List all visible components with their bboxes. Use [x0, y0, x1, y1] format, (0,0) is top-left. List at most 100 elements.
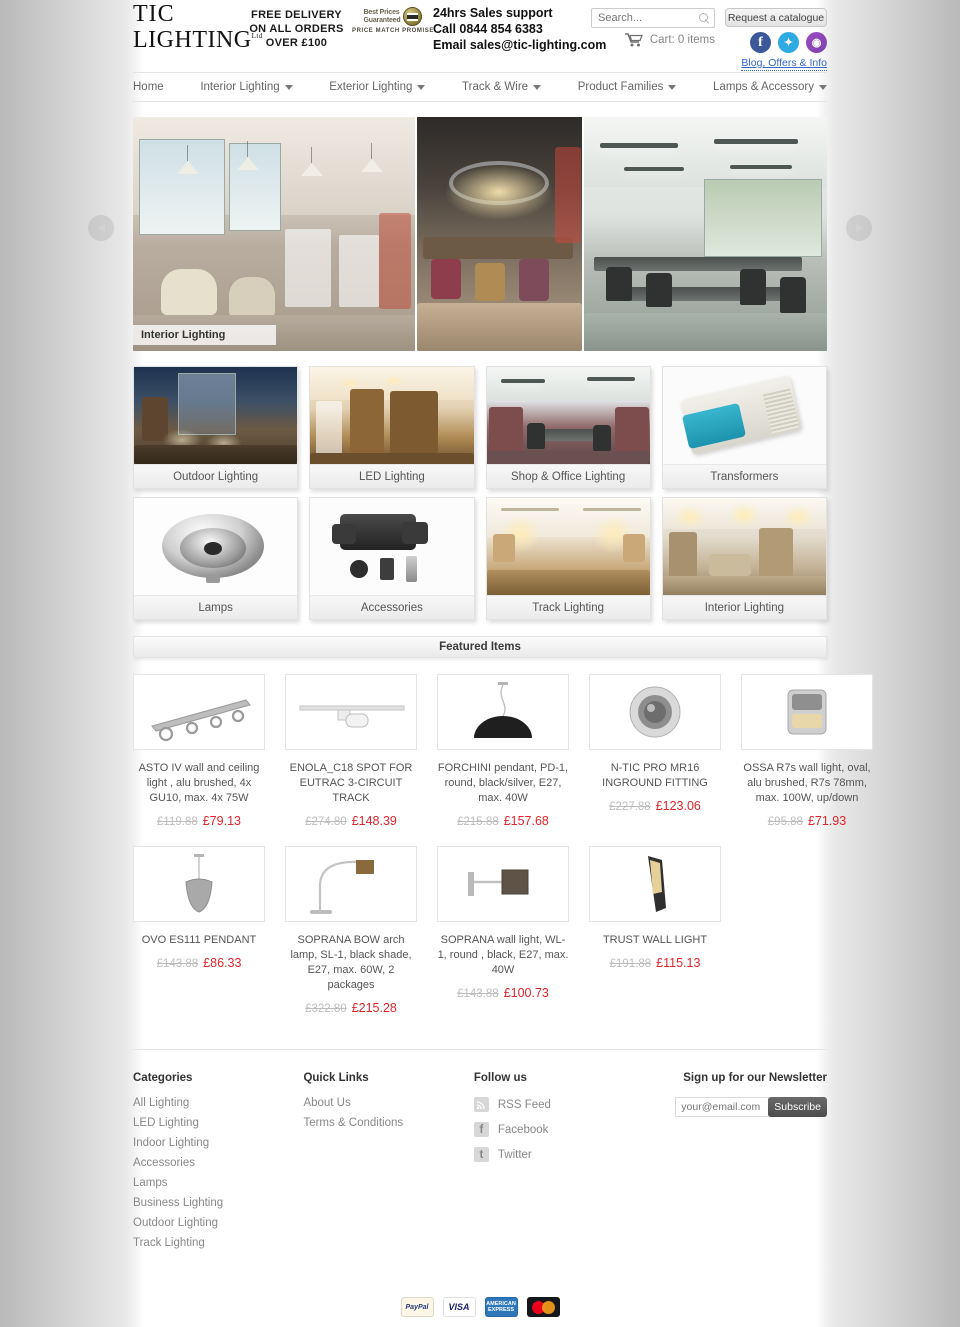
newsletter-subscribe-button[interactable]: Subscribe: [768, 1097, 827, 1117]
footer-social-facebook[interactable]: f Facebook: [473, 1122, 675, 1137]
visa-icon: VISA: [442, 1297, 476, 1317]
carousel-prev-button[interactable]: [88, 215, 114, 241]
category-tile-outdoor-lighting[interactable]: Outdoor Lighting: [133, 366, 299, 489]
nav-item-product-families[interactable]: Product Families: [578, 81, 677, 93]
product-image[interactable]: [437, 846, 569, 922]
facebook-icon[interactable]: f: [750, 32, 771, 53]
footer-social-rss[interactable]: RSS Feed: [473, 1097, 675, 1112]
delivery-line-3: OVER £100: [265, 37, 328, 49]
product-card[interactable]: SOPRANA wall light, WL-1, round , black,…: [437, 846, 569, 1015]
product-card[interactable]: FORCHINI pendant, PD-1, round, black/sil…: [437, 674, 569, 828]
footer-heading-follow-us: Follow us: [473, 1072, 527, 1084]
footer-social-twitter[interactable]: t Twitter: [473, 1147, 675, 1162]
hero-slide-bar[interactable]: [417, 117, 582, 351]
site-logo[interactable]: TIC LIGHTINGLtd: [133, 2, 262, 54]
cart-label: Cart: 0 items: [649, 33, 715, 46]
category-label: Track Lighting: [486, 595, 650, 619]
blog-offers-link[interactable]: Blog, Offers & Info: [741, 57, 827, 71]
nav-item-exterior-lighting[interactable]: Exterior Lighting: [329, 81, 426, 93]
footer-link-terms-conditions[interactable]: Terms & Conditions: [303, 1117, 473, 1129]
twitter-icon[interactable]: ✦: [778, 32, 799, 53]
category-tile-track-lighting[interactable]: Track Lighting: [485, 497, 651, 620]
contact-phone: Call 0844 854 6383: [433, 22, 543, 36]
footer-link-track-lighting[interactable]: Track Lighting: [133, 1237, 303, 1249]
footer-link-lamps[interactable]: Lamps: [133, 1177, 303, 1189]
category-tile-interior-lighting[interactable]: Interior Lighting: [661, 497, 827, 620]
footer-link-outdoor-lighting[interactable]: Outdoor Lighting: [133, 1217, 303, 1229]
nav-item-interior-lighting[interactable]: Interior Lighting: [200, 81, 293, 93]
logo-line2: LIGHTING: [133, 27, 252, 53]
category-tile-led-lighting[interactable]: LED Lighting: [309, 366, 475, 489]
cart-icon[interactable]: [624, 32, 644, 47]
product-title: SOPRANA wall light, WL-1, round , black,…: [437, 934, 569, 976]
category-tile-lamps[interactable]: Lamps: [133, 497, 299, 620]
footer-link-all-lighting[interactable]: All Lighting: [133, 1097, 303, 1109]
nav-item-lamps-and-accessory[interactable]: Lamps & Accessory: [713, 81, 828, 93]
footer-social-label: Facebook: [497, 1123, 549, 1136]
footer-column-follow-us: Follow us RSS Feed f Facebook t Twitter: [473, 1072, 675, 1257]
product-card[interactable]: TRUST WALL LIGHT £191.88 £115.13: [589, 846, 721, 1015]
product-card[interactable]: N-TIC PRO MR16 INGROUND FITTING £227.88 £…: [589, 674, 721, 828]
product-image[interactable]: [589, 674, 721, 750]
footer-link-led-lighting[interactable]: LED Lighting: [133, 1117, 303, 1129]
category-tile-accessories[interactable]: Accessories: [309, 497, 475, 620]
product-price-was: £191.88: [609, 958, 652, 970]
newsletter-email-input[interactable]: [675, 1097, 770, 1117]
product-image[interactable]: [133, 674, 265, 750]
category-tile-shop-office-lighting[interactable]: Shop & Office Lighting: [485, 366, 651, 489]
featured-products-grid: ASTO IV wall and ceiling light , alu bru…: [133, 674, 873, 1015]
nav-item-home[interactable]: Home: [133, 81, 164, 93]
search-input[interactable]: [592, 12, 692, 24]
product-prices: £143.88 £86.33: [133, 956, 265, 970]
product-title: OSSA R7s wall light, oval, alu brushed, …: [743, 762, 871, 804]
footer-heading-quick-links: Quick Links: [303, 1072, 369, 1084]
search-icon[interactable]: [699, 12, 710, 24]
product-card[interactable]: OVO ES111 PENDANT £143.88 £86.33: [133, 846, 265, 1015]
hero-slide-office[interactable]: [584, 117, 827, 351]
footer-link-about-us[interactable]: About Us: [303, 1097, 473, 1109]
product-price-now: £71.93: [807, 814, 847, 828]
instagram-icon[interactable]: ◉: [806, 32, 827, 53]
cart-widget[interactable]: Cart: 0 items: [624, 32, 715, 47]
category-tile-transformers[interactable]: Transformers: [661, 366, 827, 489]
product-image[interactable]: [285, 674, 417, 750]
footer-column-newsletter: Sign up for our Newsletter Subscribe: [675, 1072, 827, 1257]
request-catalogue-button[interactable]: Request a catalogue: [725, 8, 827, 27]
product-price-was: £95.88: [767, 816, 803, 828]
carousel-next-button[interactable]: [846, 215, 872, 241]
product-prices: £191.88 £115.13: [589, 956, 721, 970]
product-image[interactable]: [133, 846, 265, 922]
footer-social-label: RSS Feed: [497, 1098, 551, 1111]
product-card[interactable]: ENOLA_C18 SPOT FOR EUTRAC 3-CIRCUIT TRAC…: [285, 674, 417, 828]
nav-label: Lamps & Accessory: [713, 81, 815, 93]
payment-methods: PayPal VISA AMERICAN EXPRESS: [133, 1297, 827, 1317]
footer-divider: [133, 1049, 827, 1050]
badge-line-2: Guaranteed: [363, 16, 401, 24]
product-card[interactable]: OSSA R7s wall light, oval, alu brushed, …: [741, 674, 873, 828]
contact-block: 24hrs Sales support Call 0844 854 6383 E…: [433, 5, 606, 53]
nav-label: Exterior Lighting: [329, 81, 413, 93]
nav-item-track-and-wire[interactable]: Track & Wire: [462, 81, 542, 93]
product-image[interactable]: [741, 674, 873, 750]
product-title: TRUST WALL LIGHT: [602, 934, 708, 946]
product-prices: £227.88 £123.06: [589, 799, 721, 813]
category-label: Outdoor Lighting: [134, 464, 298, 488]
product-image[interactable]: [589, 846, 721, 922]
footer-link-business-lighting[interactable]: Business Lighting: [133, 1197, 303, 1209]
hero-slide-retail-store[interactable]: Interior Lighting: [133, 117, 415, 351]
twitter-icon: t: [473, 1147, 489, 1162]
footer-link-accessories[interactable]: Accessories: [133, 1157, 303, 1169]
product-image[interactable]: [285, 846, 417, 922]
chevron-down-icon: [417, 84, 426, 90]
product-image[interactable]: [437, 674, 569, 750]
product-title: SOPRANA BOW arch lamp, SL-1, black shade…: [290, 934, 412, 991]
featured-items-title: Featured Items: [439, 641, 521, 653]
product-card[interactable]: ASTO IV wall and ceiling light , alu bru…: [133, 674, 265, 828]
featured-items-header: Featured Items: [133, 636, 827, 658]
nav-label: Home: [133, 81, 164, 93]
category-grid: Outdoor Lighting LED Lighting Shop & Off…: [133, 366, 827, 620]
product-prices: £274.80 £148.39: [285, 814, 417, 828]
product-card[interactable]: SOPRANA BOW arch lamp, SL-1, black shade…: [285, 846, 417, 1015]
footer-link-indoor-lighting[interactable]: Indoor Lighting: [133, 1137, 303, 1149]
search-box[interactable]: [591, 8, 715, 28]
